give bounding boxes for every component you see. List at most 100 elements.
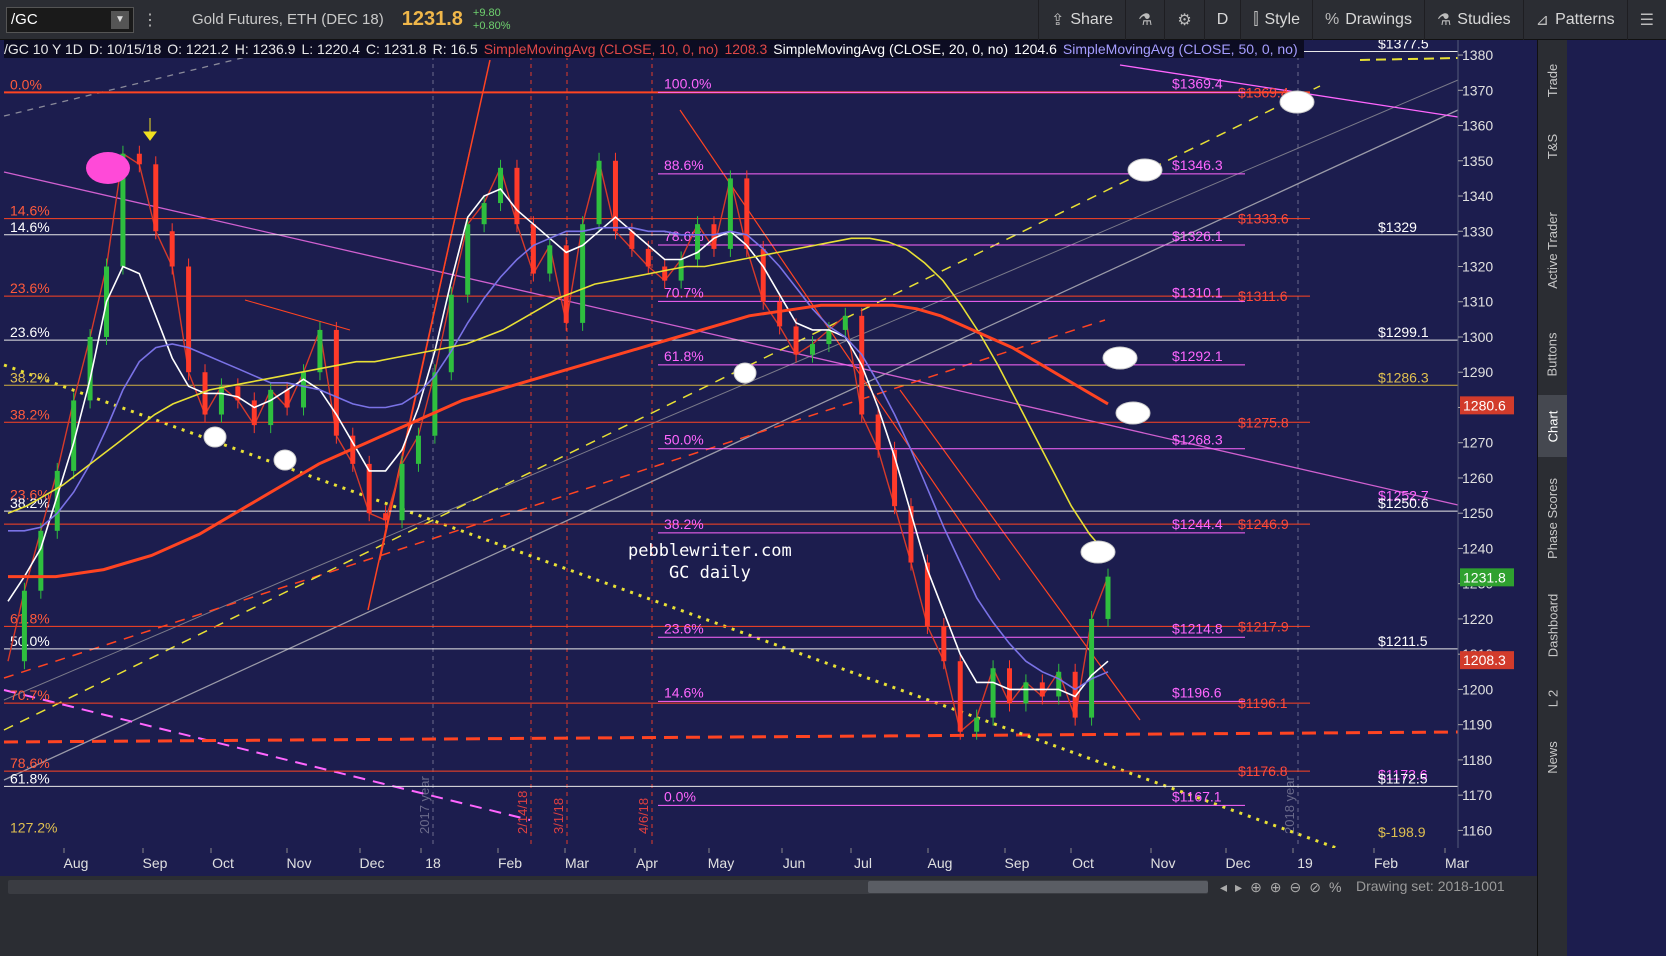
x-tick-label: Feb [1374, 855, 1398, 871]
top-toolbar: /GC ▼ ⋮ Gold Futures, ETH (DEC 18) 1231.… [0, 0, 1666, 40]
sidebar-tab[interactable]: Dashboard [1538, 580, 1567, 670]
contract-name: Gold Futures, ETH (DEC 18) [192, 11, 384, 28]
y-tick-label: 1260 [1462, 470, 1493, 486]
annotation-ellipse [1080, 540, 1116, 564]
time-scrollbar[interactable] [8, 880, 1208, 894]
zoom-in-icon[interactable]: ⊕ [1270, 879, 1282, 896]
percent-icon: % [1325, 10, 1340, 28]
fib-price: $1369.4 [1172, 75, 1223, 91]
scrollbar-thumb[interactable] [868, 881, 1208, 893]
watermark-line-2: GC daily [668, 563, 751, 583]
trendline [1359, 57, 1459, 61]
reset-zoom-icon[interactable]: ⊘ [1309, 879, 1321, 896]
y-tick-label: 1290 [1462, 364, 1493, 380]
timeframe-button[interactable]: D [1203, 0, 1241, 40]
price-badge-text: 1208.3 [1463, 652, 1506, 668]
sidebar-tab[interactable]: Trade [1538, 48, 1567, 113]
sidebar-tab[interactable]: Chart [1538, 395, 1567, 457]
sidebar-tab[interactable]: Buttons [1538, 320, 1567, 388]
x-tick-label: Nov [287, 855, 312, 871]
x-tick-label: Aug [928, 855, 953, 871]
crosshair-icon[interactable]: ⊕ [1250, 879, 1262, 896]
menu-button[interactable]: ☰ [1626, 0, 1666, 40]
zoom-out-icon[interactable]: ⊖ [1290, 879, 1302, 896]
x-tick-label: Jun [783, 855, 806, 871]
studies-flask-icon: ⚗ [1436, 11, 1452, 29]
price-badge-text: 1280.6 [1463, 397, 1506, 413]
annotation-ellipse [86, 152, 130, 184]
legend-date: D: 10/15/18 [88, 41, 162, 57]
style-button[interactable]: ⫿ Style [1240, 0, 1312, 40]
sidebar-tab[interactable]: L 2 [1538, 678, 1567, 718]
legend-header: /GC 10 Y 1D [4, 41, 83, 57]
sidebar-tab[interactable]: Active Trader [1538, 190, 1567, 310]
right-level-label: $1299.1 [1378, 324, 1429, 340]
flask-button[interactable]: ⚗ [1125, 0, 1164, 40]
legend-low: L: 1220.4 [301, 41, 360, 57]
settings-button[interactable]: ⚙ [1164, 0, 1203, 40]
left-fib-label: 61.8% [10, 770, 50, 786]
x-tick-label: Feb [498, 855, 522, 871]
fib-price: $1244.4 [1172, 516, 1223, 532]
y-tick-label: 1250 [1462, 505, 1493, 521]
left-fib-label: 23.6% [10, 280, 50, 296]
drawings-label: Drawings [1345, 10, 1412, 28]
annotation-ellipse [1115, 401, 1151, 425]
x-tick-label: Dec [360, 855, 385, 871]
scroll-right-icon[interactable]: ▸ [1235, 879, 1242, 896]
drawings-button[interactable]: % Drawings [1312, 0, 1424, 40]
right-level-label: $1377.5 [1378, 40, 1429, 52]
x-tick-label: Dec [1226, 855, 1251, 871]
arrow-marker [143, 118, 157, 141]
fib-price: $1268.3 [1172, 432, 1223, 448]
studies-label: Studies [1457, 10, 1511, 28]
left-fib-label: 70.7% [10, 687, 50, 703]
left-fib-label: 38.2% [10, 495, 50, 511]
studies-button[interactable]: ⚗ Studies [1423, 0, 1523, 40]
fib-percent: 38.2% [664, 516, 704, 532]
sidebar-tab[interactable]: News [1538, 726, 1567, 788]
patterns-label: Patterns [1555, 10, 1615, 28]
sma50-label: SimpleMovingAvg (CLOSE, 50, 0, no) [1062, 41, 1298, 57]
red-fib-price: $1196.1 [1238, 695, 1288, 711]
right-level-label: $1329 [1378, 219, 1417, 235]
flask-icon: ⚗ [1138, 11, 1153, 29]
right-level-label: $1250.6 [1378, 495, 1429, 511]
symbol-input[interactable]: /GC ▼ [6, 6, 134, 33]
right-sidebar: Trade T&S Active Trader Buttons Chart Phase S… [1537, 40, 1567, 956]
y-tick-label: 1370 [1462, 82, 1493, 98]
sidebar-tab-label: T&S [1544, 133, 1560, 159]
x-tick-label: 19 [1297, 855, 1313, 871]
symbol-text: /GC [11, 11, 38, 28]
scroll-left-icon[interactable]: ◂ [1220, 879, 1227, 896]
price-change: +9.80 +0.80% [473, 7, 511, 33]
annotation-ellipse [203, 426, 227, 448]
link-icon[interactable]: ⋮ [142, 0, 158, 40]
sidebar-tab-label: News [1545, 740, 1561, 774]
share-button[interactable]: ⇪ Share [1037, 0, 1125, 40]
price-chart[interactable]: 2017 year 2/14/18 3/1/18 4/6/18 2018 year $13… [0, 40, 1536, 876]
y-tick-label: 1320 [1462, 259, 1493, 275]
fib-percent: 61.8% [664, 348, 704, 364]
left-fib-label: 127.2% [10, 820, 57, 836]
legend-open: O: 1221.2 [167, 41, 229, 57]
percent-scale-icon[interactable]: % [1329, 879, 1341, 895]
x-tick-label: 18 [425, 855, 441, 871]
chevron-down-icon[interactable]: ▼ [111, 10, 129, 29]
vertical-marker-label: 4/6/18 [636, 798, 651, 834]
patterns-button[interactable]: ⊿ Patterns [1522, 0, 1627, 40]
y-tick-label: 1190 [1462, 717, 1492, 733]
annotation-ellipse [1102, 346, 1138, 370]
sidebar-tab[interactable]: T&S [1538, 116, 1567, 176]
annotation-ellipse [273, 449, 297, 471]
x-tick-label: Apr [636, 855, 658, 871]
left-fib-label: 38.2% [10, 369, 50, 385]
chart-area[interactable]: 2017 year 2/14/18 3/1/18 4/6/18 2018 year $13… [0, 40, 1536, 876]
watermark: pebblewriter.com GC daily [628, 540, 792, 584]
sidebar-tab[interactable]: Phase Scores [1538, 464, 1567, 572]
fib-price: $1292.1 [1172, 348, 1223, 364]
fib-percent: 100.0% [664, 75, 711, 91]
right-level-label: $1286.3 [1378, 369, 1429, 385]
red-fib-price: $1311.6 [1238, 288, 1288, 304]
red-fib-price: $1275.8 [1238, 414, 1289, 430]
